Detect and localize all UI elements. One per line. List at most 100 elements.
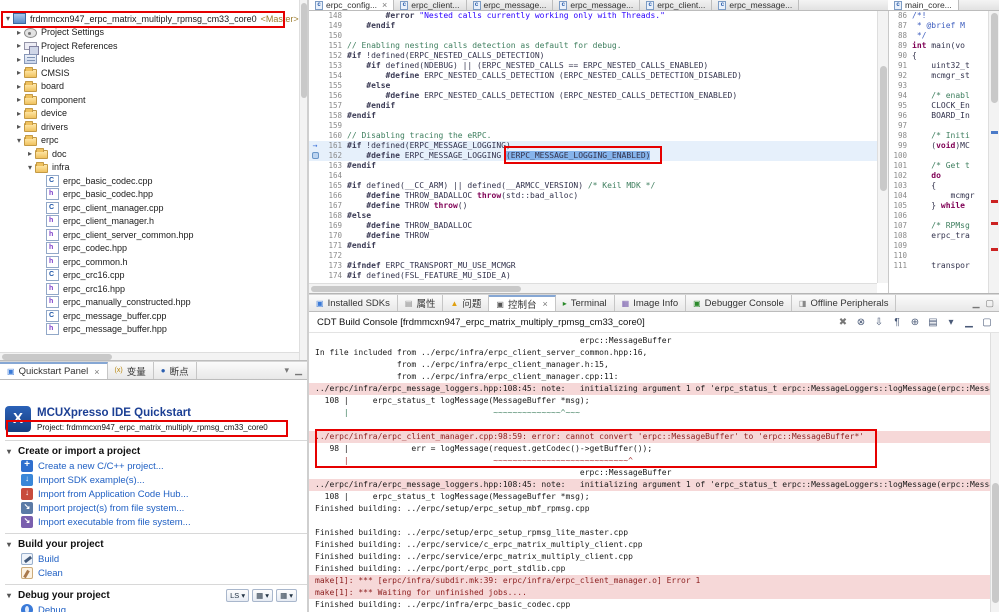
tab-erpc-client-1[interactable]: cerpc_client... xyxy=(394,0,466,10)
tree-item-erpc-message-buffer-cpp[interactable]: erpc_message_buffer.cpp xyxy=(0,309,307,323)
collapse-arrow[interactable]: ▸ xyxy=(25,149,35,158)
tab-properties[interactable]: ▤属性 xyxy=(398,295,444,311)
import-sdk-example-s-link[interactable]: Import SDK example(s)... xyxy=(7,473,307,487)
tree-item-project-settings[interactable]: ▸Project Settings xyxy=(0,26,307,40)
create-a-new-c-c-project-link[interactable]: Create a new C/C++ project... xyxy=(7,459,307,473)
tab-breakpoints[interactable]: ●断点 xyxy=(154,362,197,379)
overview-error-mark[interactable] xyxy=(991,248,998,251)
tree-item-drivers[interactable]: ▸drivers xyxy=(0,120,307,134)
scroll-to-bottom-icon[interactable]: ⇩ xyxy=(871,317,887,328)
tab-image-info[interactable]: ▦Image Info xyxy=(615,295,686,311)
console-output[interactable]: erpc::MessageBufferIn file included from… xyxy=(309,333,999,611)
collapse-arrow[interactable]: ▸ xyxy=(14,95,24,104)
tab-offline-peripherals[interactable]: ◨Offline Peripherals xyxy=(792,295,897,311)
tree-item-device[interactable]: ▸device xyxy=(0,107,307,121)
tree-item-doc[interactable]: ▸doc xyxy=(0,147,307,161)
console-vscrollbar[interactable] xyxy=(990,333,999,612)
section-header-create-or-import-a-project[interactable]: ▾Create or import a project xyxy=(7,444,307,459)
tab-quickstart-panel[interactable]: ▣Quickstart Panel× xyxy=(0,362,108,379)
tab-installed-sdks[interactable]: ▣Installed SDKs xyxy=(309,295,398,311)
section-collapse-arrow[interactable]: ▾ xyxy=(7,591,18,600)
tree-item-cmsis[interactable]: ▸CMSIS xyxy=(0,66,307,80)
tree-item-erpc-codec-hpp[interactable]: erpc_codec.hpp xyxy=(0,242,307,256)
tab-variables[interactable]: (x)变量 xyxy=(108,362,154,379)
linkserver-probe-dropdown[interactable]: LS ▾ xyxy=(226,589,249,602)
tree-item-erpc-manually-constructed-hpp[interactable]: erpc_manually_constructed.hpp xyxy=(0,296,307,310)
explorer-vscrollbar[interactable] xyxy=(299,0,307,360)
remove-all-terminated-icon[interactable]: ⊗ xyxy=(853,317,869,328)
tree-item-erpc-client-server-common-hpp[interactable]: erpc_client_server_common.hpp xyxy=(0,228,307,242)
open-console-dropdown-icon[interactable]: ▾ xyxy=(943,317,959,328)
probe-select-dropdown[interactable]: ▦ ▾ xyxy=(276,589,297,602)
right-editor-vscrollbar[interactable] xyxy=(988,11,999,293)
collapse-arrow[interactable]: ▸ xyxy=(14,82,24,91)
overview-info-mark[interactable] xyxy=(991,131,998,134)
tab-problems[interactable]: ▲问题 xyxy=(443,295,489,311)
collapse-arrow[interactable]: ▸ xyxy=(14,55,24,64)
word-wrap-icon[interactable]: ¶ xyxy=(889,317,905,328)
tree-item-erpc-crc16-hpp[interactable]: erpc_crc16.hpp xyxy=(0,282,307,296)
clear-console-icon[interactable]: ✖ xyxy=(835,317,851,328)
tab-erpc-client-2[interactable]: cerpc_client... xyxy=(640,0,712,10)
tree-item-component[interactable]: ▸component xyxy=(0,93,307,107)
collapse-arrow[interactable]: ▸ xyxy=(14,122,24,131)
tab-erpc-message-1[interactable]: cerpc_message... xyxy=(467,0,554,10)
tree-item-erpc-crc16-cpp[interactable]: erpc_crc16.cpp xyxy=(0,269,307,283)
display-selected-console-icon[interactable]: ▤ xyxy=(925,317,941,328)
tree-item-erpc-common-h[interactable]: erpc_common.h xyxy=(0,255,307,269)
debug-link[interactable]: Debug xyxy=(7,603,307,612)
tree-item-erpc-message-buffer-hpp[interactable]: erpc_message_buffer.hpp xyxy=(0,323,307,337)
view-menu-icon[interactable]: ▾ xyxy=(285,365,290,376)
import-from-application-code-hub-link[interactable]: Import from Application Code Hub... xyxy=(7,487,307,501)
expand-arrow[interactable]: ▾ xyxy=(14,136,24,145)
expand-arrow[interactable]: ▾ xyxy=(25,163,35,172)
import-project-s-from-file-system-link[interactable]: Import project(s) from file system... xyxy=(7,501,307,515)
minimize-view-icon[interactable]: ▁ xyxy=(973,298,980,309)
maximize-view-icon[interactable]: ▢ xyxy=(985,298,994,309)
close-tab-icon[interactable]: × xyxy=(94,367,99,377)
collapse-arrow[interactable]: ▸ xyxy=(14,41,24,50)
tree-item-erpc[interactable]: ▾erpc xyxy=(0,134,307,148)
tree-item-erpc-client-manager-h[interactable]: erpc_client_manager.h xyxy=(0,215,307,229)
editor-vscrollbar[interactable] xyxy=(877,11,888,283)
collapse-arrow[interactable]: ▸ xyxy=(14,68,24,77)
clean-link[interactable]: Clean xyxy=(7,566,307,580)
tab-console[interactable]: ▣控制台× xyxy=(489,295,555,311)
tab-main-core[interactable]: cmain_core... xyxy=(888,0,959,10)
maximize-view-icon[interactable]: ▢ xyxy=(979,317,995,328)
import-executable-from-file-system-link[interactable]: Import executable from file system... xyxy=(7,515,307,529)
collapse-arrow[interactable]: ▸ xyxy=(14,28,24,37)
minimize-view-icon[interactable]: ▁ xyxy=(961,317,977,328)
tree-item-includes[interactable]: ▸Includes xyxy=(0,53,307,67)
explorer-hscrollbar[interactable] xyxy=(0,352,299,360)
code-editor-erpc-config[interactable]: 148 #error "Nested calls currently worki… xyxy=(309,11,877,283)
close-tab-icon[interactable]: × xyxy=(382,0,387,10)
tab-erpc-message-3[interactable]: cerpc_message... xyxy=(712,0,799,10)
section-collapse-arrow[interactable]: ▾ xyxy=(7,447,18,456)
overview-error-mark[interactable] xyxy=(991,200,998,203)
tab-debugger-console[interactable]: ▣Debugger Console xyxy=(686,295,792,311)
tree-item-erpc-client-manager-cpp[interactable]: erpc_client_manager.cpp xyxy=(0,201,307,215)
tree-item-erpc-basic-codec-hpp[interactable]: erpc_basic_codec.hpp xyxy=(0,188,307,202)
section-header-debug-your-project[interactable]: ▾Debug your projectLS ▾▦ ▾▦ ▾ xyxy=(7,588,307,603)
tree-item-erpc-basic-codec-cpp[interactable]: erpc_basic_codec.cpp xyxy=(0,174,307,188)
overview-error-mark[interactable] xyxy=(991,222,998,225)
section-header-build-your-project[interactable]: ▾Build your project xyxy=(7,537,307,552)
tab-erpc-message-2[interactable]: cerpc_message... xyxy=(553,0,640,10)
tree-item-infra[interactable]: ▾infra xyxy=(0,161,307,175)
probe-config-dropdown[interactable]: ▦ ▾ xyxy=(252,589,273,602)
close-tab-icon[interactable]: × xyxy=(542,299,547,309)
editor-hscrollbar[interactable] xyxy=(309,283,877,293)
section-collapse-arrow[interactable]: ▾ xyxy=(7,540,18,549)
tree-item-project-references[interactable]: ▸Project References xyxy=(0,39,307,53)
code-editor-main-core[interactable]: 86/*!87 * @brief M88 */89int main(vo90{9… xyxy=(888,11,988,293)
tab-terminal[interactable]: ▸Terminal xyxy=(556,295,615,311)
tab-erpc-config[interactable]: cerpc_config...× xyxy=(309,0,394,10)
collapse-arrow[interactable]: ▸ xyxy=(14,109,24,118)
pin-console-icon[interactable]: ⊕ xyxy=(907,317,923,328)
tree-item-frdmmcxn947-erpc-matrix-multiply-rpmsg-cm33-core0[interactable]: ▾frdmmcxn947_erpc_matrix_multiply_rpmsg_… xyxy=(0,12,307,26)
minimize-view-icon[interactable]: ▁ xyxy=(295,365,302,376)
build-link[interactable]: Build xyxy=(7,552,307,566)
tree-item-board[interactable]: ▸board xyxy=(0,80,307,94)
expand-arrow[interactable]: ▾ xyxy=(3,14,13,23)
